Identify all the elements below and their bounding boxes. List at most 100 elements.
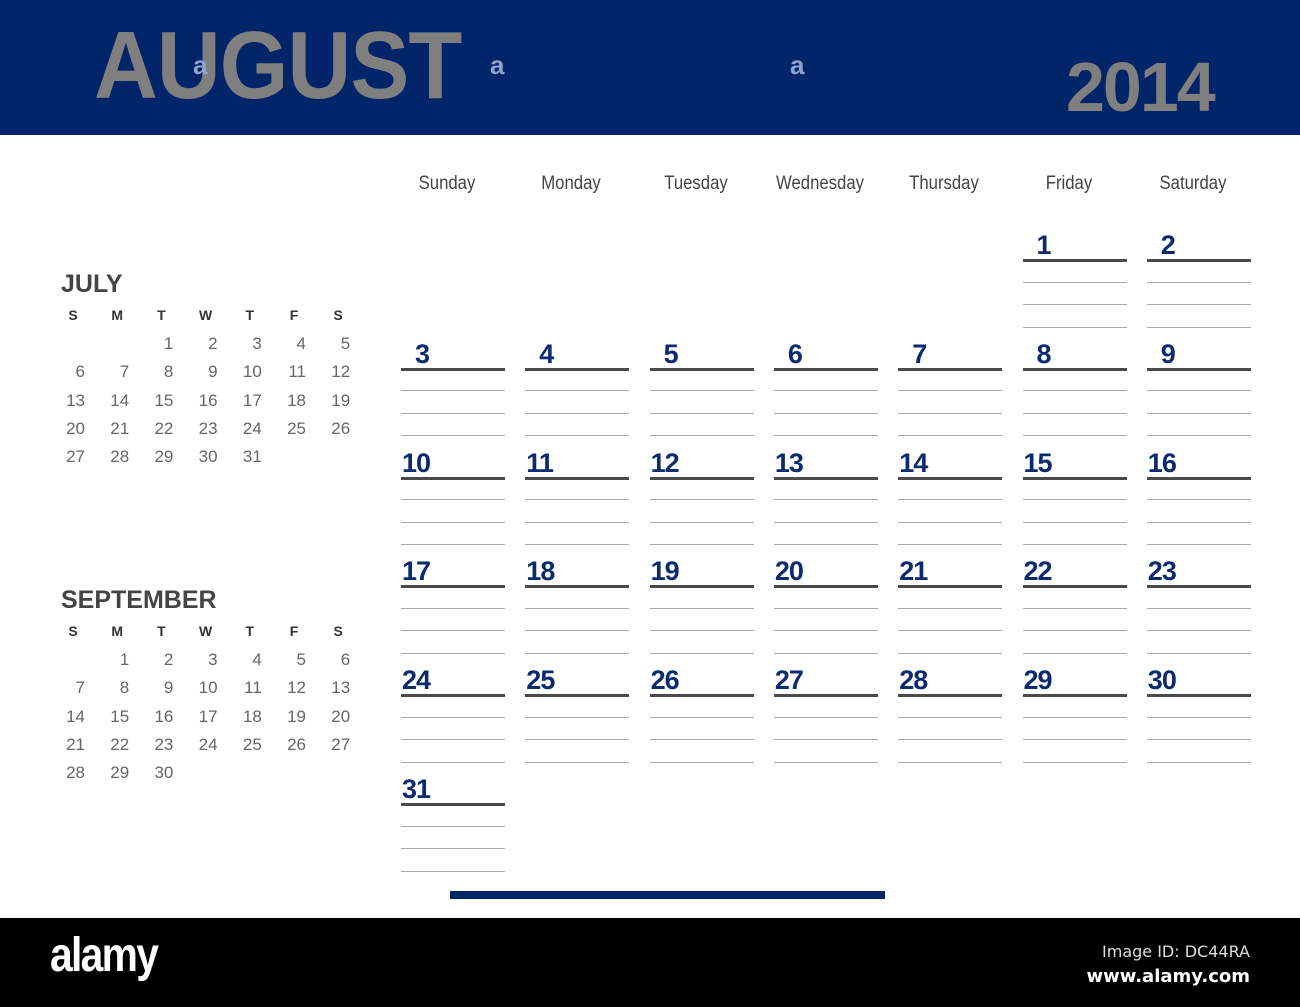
day-number: 25 (526, 665, 555, 696)
note-line[interactable] (898, 716, 1003, 718)
mini-weekday-initial: M (111, 307, 124, 323)
note-line[interactable] (1022, 761, 1127, 763)
note-line[interactable] (1022, 716, 1127, 718)
note-line[interactable] (1022, 544, 1127, 546)
note-line[interactable] (525, 739, 630, 741)
note-line[interactable] (1146, 390, 1251, 392)
note-line[interactable] (525, 390, 630, 392)
note-line[interactable] (401, 435, 505, 437)
day-number: 16 (1147, 447, 1177, 478)
note-line[interactable] (773, 630, 878, 632)
note-line[interactable] (773, 739, 878, 741)
note-line[interactable] (525, 607, 630, 609)
note-line[interactable] (1022, 607, 1127, 609)
note-line[interactable] (1022, 326, 1127, 328)
note-line[interactable] (1146, 281, 1251, 283)
note-line[interactable] (649, 652, 754, 654)
note-line[interactable] (1022, 521, 1127, 523)
note-line[interactable] (1022, 630, 1127, 632)
note-line[interactable] (649, 739, 754, 741)
note-line[interactable] (401, 848, 505, 849)
note-line[interactable] (773, 761, 878, 763)
note-line[interactable] (649, 499, 754, 501)
note-line[interactable] (773, 521, 878, 523)
note-line[interactable] (649, 544, 754, 546)
note-line[interactable] (773, 544, 878, 546)
note-line[interactable] (898, 630, 1003, 632)
note-line[interactable] (1022, 499, 1127, 501)
note-line[interactable] (649, 412, 754, 414)
note-line[interactable] (1022, 739, 1127, 741)
note-line[interactable] (649, 521, 754, 523)
note-line[interactable] (649, 761, 754, 763)
note-line[interactable] (1146, 761, 1251, 763)
note-line[interactable] (1146, 304, 1251, 305)
note-line[interactable] (898, 412, 1003, 414)
note-line[interactable] (649, 716, 754, 718)
note-line[interactable] (1022, 412, 1127, 414)
note-line[interactable] (898, 435, 1003, 437)
note-line[interactable] (401, 412, 505, 414)
note-line[interactable] (649, 390, 754, 392)
note-line[interactable] (525, 652, 630, 654)
note-line[interactable] (898, 652, 1003, 654)
note-line[interactable] (1146, 326, 1251, 328)
note-line[interactable] (898, 544, 1003, 546)
note-line[interactable] (401, 716, 505, 718)
note-line[interactable] (1146, 544, 1251, 546)
note-line[interactable] (525, 716, 630, 718)
note-line[interactable] (525, 761, 630, 763)
note-line[interactable] (1146, 607, 1251, 609)
note-line[interactable] (773, 607, 878, 609)
note-line[interactable] (525, 521, 630, 523)
mini-day: 12 (287, 678, 306, 698)
note-line[interactable] (401, 544, 505, 546)
note-line[interactable] (649, 607, 754, 609)
note-line[interactable] (1146, 630, 1251, 632)
note-line[interactable] (401, 739, 505, 741)
note-line[interactable] (401, 521, 505, 523)
note-line[interactable] (401, 825, 505, 827)
note-line[interactable] (401, 870, 505, 872)
note-line[interactable] (525, 412, 630, 414)
note-line[interactable] (649, 435, 754, 437)
note-line[interactable] (898, 521, 1003, 523)
note-line[interactable] (525, 544, 630, 546)
note-line[interactable] (1146, 435, 1251, 437)
note-line[interactable] (898, 607, 1003, 609)
day-number: 6 (787, 338, 803, 369)
note-line[interactable] (773, 412, 878, 414)
note-line[interactable] (1146, 412, 1251, 414)
note-line[interactable] (1146, 716, 1251, 718)
note-line[interactable] (1146, 652, 1251, 654)
note-line[interactable] (898, 390, 1003, 392)
mini-day: 25 (287, 418, 306, 438)
note-line[interactable] (1022, 435, 1127, 437)
note-line[interactable] (773, 390, 878, 392)
note-line[interactable] (401, 630, 505, 632)
note-line[interactable] (1146, 521, 1251, 523)
note-line[interactable] (773, 435, 878, 437)
note-line[interactable] (401, 607, 505, 609)
note-line[interactable] (773, 652, 878, 654)
note-line[interactable] (898, 499, 1003, 501)
note-line[interactable] (1022, 304, 1127, 305)
note-line[interactable] (1022, 281, 1127, 283)
note-line[interactable] (773, 499, 878, 501)
note-line[interactable] (1022, 652, 1127, 654)
website-link[interactable]: www.alamy.com (1086, 968, 1250, 986)
note-line[interactable] (401, 499, 505, 501)
note-line[interactable] (401, 390, 505, 392)
note-line[interactable] (1146, 739, 1251, 741)
note-line[interactable] (525, 630, 630, 632)
note-line[interactable] (898, 739, 1003, 741)
note-line[interactable] (401, 761, 505, 763)
note-line[interactable] (898, 761, 1003, 763)
note-line[interactable] (525, 499, 630, 501)
note-line[interactable] (649, 630, 754, 632)
note-line[interactable] (1022, 390, 1127, 392)
note-line[interactable] (773, 716, 878, 718)
note-line[interactable] (525, 435, 630, 437)
note-line[interactable] (1146, 499, 1251, 501)
note-line[interactable] (401, 652, 505, 654)
